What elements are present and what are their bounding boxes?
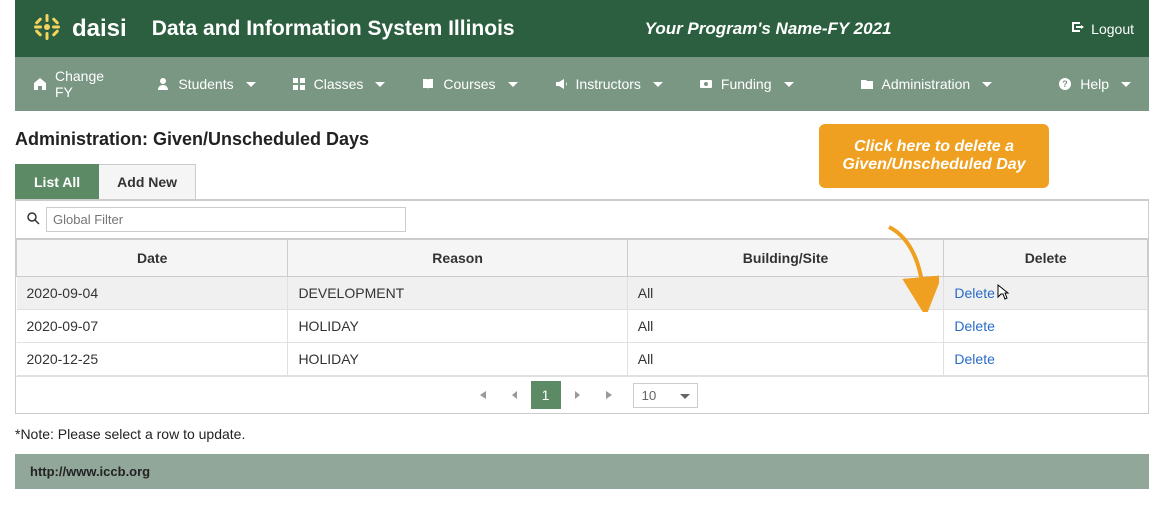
nav-courses[interactable]: Courses (403, 57, 535, 111)
global-filter-input[interactable] (46, 207, 406, 232)
page-next-button[interactable] (563, 381, 593, 409)
page-prev-button[interactable] (499, 381, 529, 409)
question-icon: ? (1058, 77, 1072, 91)
logo-text: daisi (72, 15, 127, 43)
book-icon (421, 77, 435, 91)
folder-icon (860, 77, 874, 91)
nav-bar: Change FY Students Classes Courses Instr… (15, 57, 1149, 111)
tab-list-all[interactable]: List All (15, 164, 99, 199)
pagination: 1 10 (16, 376, 1148, 413)
nav-label: Courses (443, 76, 495, 92)
nav-label: Funding (721, 76, 772, 92)
footer-url: http://www.iccb.org (30, 464, 150, 479)
page-last-button[interactable] (595, 381, 625, 409)
person-icon (156, 77, 170, 91)
cell-reason: HOLIDAY (288, 310, 627, 343)
data-table: Date Reason Building/Site Delete 2020-09… (16, 239, 1148, 376)
chevron-down-icon (508, 82, 518, 87)
chevron-down-icon (653, 82, 663, 87)
cell-date: 2020-09-07 (17, 310, 288, 343)
chevron-down-icon (246, 82, 256, 87)
nav-label: Classes (314, 76, 364, 92)
nav-label: Students (178, 76, 233, 92)
cell-delete: Delete (944, 343, 1148, 376)
callout-tooltip: Click here to delete a Given/Unscheduled… (819, 124, 1049, 188)
nav-funding[interactable]: Funding (681, 57, 812, 111)
table-row[interactable]: 2020-09-04 DEVELOPMENT All Delete (17, 277, 1148, 310)
search-icon (26, 211, 40, 228)
delete-link[interactable]: Delete (954, 351, 994, 367)
delete-link[interactable]: Delete (954, 318, 994, 334)
footer-bar: http://www.iccb.org (15, 454, 1149, 489)
cursor-icon (994, 283, 1010, 306)
nav-label: Change FY (55, 68, 120, 100)
table-row[interactable]: 2020-09-07 HOLIDAY All Delete (17, 310, 1148, 343)
cell-reason: DEVELOPMENT (288, 277, 627, 310)
th-delete[interactable]: Delete (944, 240, 1148, 277)
system-title: Data and Information System Illinois (152, 17, 515, 41)
nav-administration[interactable]: Administration (842, 57, 1011, 111)
logo-icon (30, 10, 64, 47)
tabs-container: Click here to delete a Given/Unscheduled… (15, 164, 1149, 200)
cell-building: All (627, 343, 944, 376)
nav-label: Instructors (576, 76, 641, 92)
logo: daisi (30, 10, 127, 47)
cell-date: 2020-12-25 (17, 343, 288, 376)
home-icon (33, 77, 47, 91)
grid-icon (292, 77, 306, 91)
page-first-button[interactable] (467, 381, 497, 409)
cell-date: 2020-09-04 (17, 277, 288, 310)
chevron-down-icon (1121, 82, 1131, 87)
cell-reason: HOLIDAY (288, 343, 627, 376)
svg-text:?: ? (1062, 79, 1068, 89)
nav-change-fy[interactable]: Change FY (15, 57, 138, 111)
cell-delete: Delete (944, 310, 1148, 343)
chevron-down-icon (784, 82, 794, 87)
money-icon (699, 77, 713, 91)
cell-delete: Delete (944, 277, 1148, 310)
nav-classes[interactable]: Classes (274, 57, 404, 111)
page-size-select[interactable]: 10 (633, 383, 698, 408)
chevron-down-icon (375, 82, 385, 87)
th-reason[interactable]: Reason (288, 240, 627, 277)
logout-label: Logout (1091, 21, 1134, 37)
program-name: Your Program's Name-FY 2021 (645, 19, 892, 39)
nav-help[interactable]: ? Help (1040, 57, 1149, 111)
nav-label: Help (1080, 76, 1109, 92)
logout-link[interactable]: Logout (1071, 20, 1134, 37)
nav-label: Administration (882, 76, 971, 92)
page-number-current[interactable]: 1 (531, 381, 561, 409)
tab-add-new[interactable]: Add New (99, 164, 196, 199)
th-date[interactable]: Date (17, 240, 288, 277)
bullhorn-icon (554, 77, 568, 91)
callout-arrow-icon (879, 222, 939, 312)
chevron-down-icon (982, 82, 992, 87)
filter-bar (16, 201, 1148, 239)
delete-link[interactable]: Delete (954, 285, 994, 301)
nav-students[interactable]: Students (138, 57, 273, 111)
table-row[interactable]: 2020-12-25 HOLIDAY All Delete (17, 343, 1148, 376)
table-wrapper: Date Reason Building/Site Delete 2020-09… (15, 200, 1149, 414)
header-bar: daisi Data and Information System Illino… (15, 0, 1149, 57)
cell-building: All (627, 310, 944, 343)
note-text: *Note: Please select a row to update. (15, 414, 1149, 454)
logout-icon (1071, 20, 1085, 37)
nav-instructors[interactable]: Instructors (536, 57, 681, 111)
